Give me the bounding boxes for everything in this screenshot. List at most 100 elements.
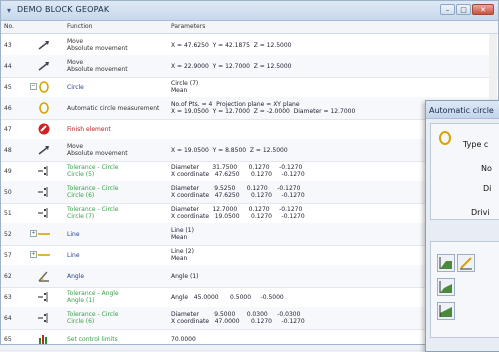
driving-label: Drivi (471, 208, 490, 217)
function-cell: Tolerance - Circle Circle (6) (67, 311, 167, 325)
collapse-icon[interactable]: − (30, 83, 37, 90)
window-title: DEMO BLOCK GEOPAK (17, 5, 110, 14)
maximize-button[interactable]: □ (456, 4, 471, 15)
dialog-title-bar: Automatic circle (426, 101, 499, 119)
function-name: Finish element (67, 126, 111, 133)
parameter-line-1: X = 19.0500 Y = 8.8500 Z = 12.5000 (171, 147, 288, 154)
control-limits-icon (37, 332, 51, 346)
parameter-line-2: Mean (171, 234, 188, 241)
table-row[interactable]: 65 Set control limits 70.0000 (1, 328, 498, 351)
function-detail: Absolute movement (67, 66, 128, 73)
parameter-line-2: X coordinate 19.0500 0.1270 -0.1270 (171, 213, 305, 220)
expand-icon[interactable]: + (30, 251, 37, 258)
tolerance-icon (37, 311, 51, 325)
function-cell: Move Absolute movement (67, 38, 167, 52)
table-row[interactable]: 62 Angle Angle (1) (1, 265, 498, 288)
row-number: 52 (4, 231, 12, 238)
dialog-toolbar (430, 241, 499, 338)
function-name: Tolerance - Circle (67, 311, 119, 318)
parameter-line-1: Diameter 31.7500 0.1270 -0.1270 (171, 164, 303, 171)
app-menu-icon[interactable]: ▾ (7, 6, 11, 15)
function-name: Angle (67, 273, 85, 280)
parameter-line-2: Mean (171, 87, 188, 94)
parameter-line-2: X = 19.0500 Y = 12.7000 Z = -2.0000 Diam… (171, 108, 356, 115)
table-row[interactable]: 63 Tolerance - Angle Angle (1) Angle 45.000… (1, 286, 498, 309)
table-row[interactable]: 57 + Line Line (2) Mean (1, 244, 498, 267)
title-bar: ▾ DEMO BLOCK GEOPAK – □ ✕ (1, 1, 498, 21)
parameters-cell: X = 19.0500 Y = 8.8500 Z = 12.5000 (171, 147, 421, 154)
circle-icon (37, 80, 51, 94)
finish-icon (37, 122, 51, 136)
toolbar-button-4[interactable] (437, 302, 455, 320)
function-detail: Angle (1) (67, 297, 95, 304)
move-arrow-icon (37, 143, 51, 157)
parameter-line-1: Line (1) (171, 227, 194, 234)
row-number: 63 (4, 294, 12, 301)
table-row[interactable]: 52 + Line Line (1) Mean (1, 223, 498, 246)
row-number: 44 (4, 63, 12, 70)
row-number: 47 (4, 126, 12, 133)
table-row[interactable]: 43 Move Absolute movement X = 47.6250 Y = 4… (1, 34, 498, 57)
type-label: Type c (463, 140, 489, 149)
parameter-line-1: 70.0000 (171, 336, 196, 343)
parameters-cell: Line (1) Mean (171, 227, 421, 241)
table-row[interactable]: 46 Automatic circle measurement No.of Pts.… (1, 97, 498, 120)
function-detail: Circle (5) (67, 171, 95, 178)
row-number: 65 (4, 336, 12, 343)
row-number: 49 (4, 168, 12, 175)
graph-icon (439, 281, 452, 293)
move-arrow-icon (37, 59, 51, 73)
minimize-button[interactable]: – (440, 4, 455, 15)
row-number: 57 (4, 252, 12, 259)
row-number: 43 (4, 42, 12, 49)
automatic-circle-dialog: Automatic circle Type c No Di Drivi (425, 100, 499, 352)
parameter-line-1: X = 47.6250 Y = 42.1875 Z = 12.5000 (171, 42, 292, 49)
tolerance-icon (37, 290, 51, 304)
parameter-line-1: Diameter 9.5250 0.1270 -0.1270 (171, 185, 301, 192)
table-header: No. Function Parameters (1, 21, 498, 34)
close-button[interactable]: ✕ (472, 4, 494, 15)
parameter-line-2: X coordinate 47.6250 0.1270 -0.1270 (171, 171, 305, 178)
table-row[interactable]: 64 Tolerance - Circle Circle (6) Diameter 9… (1, 307, 498, 330)
tolerance-icon (37, 185, 51, 199)
parameters-cell: Line (2) Mean (171, 248, 421, 262)
function-name: Line (67, 252, 80, 259)
expand-icon[interactable]: + (30, 230, 37, 237)
tolerance-icon (37, 206, 51, 220)
function-cell: Tolerance - Circle Circle (5) (67, 164, 167, 178)
header-no[interactable]: No. (4, 23, 14, 30)
function-cell: Set control limits (67, 336, 167, 343)
function-name: Circle (67, 84, 84, 91)
function-name: Tolerance - Angle (67, 290, 119, 297)
parameters-cell: X = 22.9000 Y = 12.7000 Z = 12.5000 (171, 63, 421, 70)
header-function[interactable]: Function (67, 23, 93, 30)
table-row[interactable]: 47 Finish element (1, 118, 498, 141)
parameter-line-1: Line (2) (171, 248, 194, 255)
table-row[interactable]: 48 Move Absolute movement X = 19.0500 Y = 8… (1, 139, 498, 162)
table-row[interactable]: 50 Tolerance - Circle Circle (6) Diameter 9… (1, 181, 498, 204)
function-name: Tolerance - Circle (67, 206, 119, 213)
table-row[interactable]: 51 Tolerance - Circle Circle (7) Diameter 1… (1, 202, 498, 225)
row-number: 45 (4, 84, 12, 91)
table-row[interactable]: 44 Move Absolute movement X = 22.9000 Y = 1… (1, 55, 498, 78)
function-name: Automatic circle measurement (67, 105, 160, 112)
function-cell: Angle (67, 273, 167, 280)
parameters-cell: Diameter 12.7000 0.1270 -0.1270 X coordin… (171, 206, 421, 220)
parameters-cell: No.of Pts. = 4 Projection plane = XY pla… (171, 101, 421, 115)
toolbar-button-3[interactable] (437, 278, 455, 296)
toolbar-button-1[interactable] (437, 254, 455, 272)
header-parameters[interactable]: Parameters (171, 23, 205, 30)
table-row[interactable]: 49 Tolerance - Circle Circle (5) Diameter 3… (1, 160, 498, 183)
toolbar-button-2[interactable] (457, 254, 475, 272)
graph-arrow-icon (460, 257, 472, 270)
diameter-label: Di (483, 184, 492, 193)
row-number: 64 (4, 315, 12, 322)
parameter-line-1: Angle (1) (171, 273, 199, 280)
table-row[interactable]: 45 − Circle Circle (7) Mean (1, 76, 498, 99)
function-cell: Move Absolute movement (67, 59, 167, 73)
function-cell: Line (67, 231, 167, 238)
move-arrow-icon (37, 38, 51, 52)
line-icon (37, 227, 51, 241)
dialog-body: Type c No Di Drivi (430, 123, 499, 220)
row-number: 62 (4, 273, 12, 280)
